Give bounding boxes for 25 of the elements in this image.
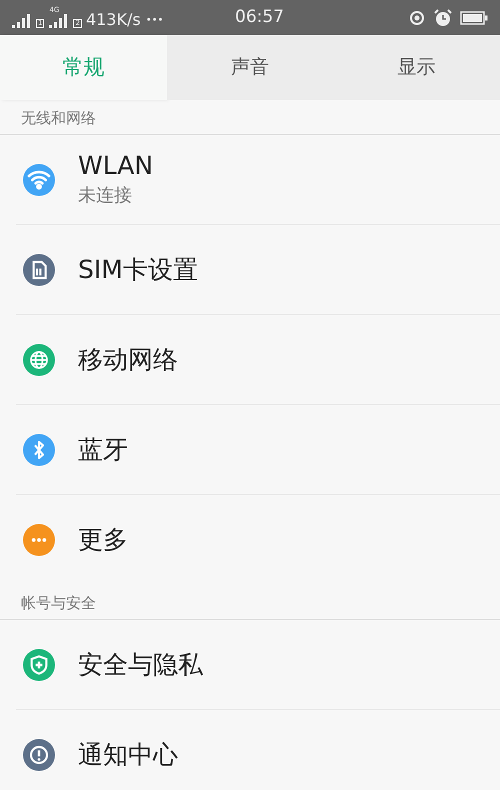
tab[interactable]: 声音 (166, 35, 334, 100)
setting-label: 移动网络 (78, 344, 178, 376)
settings-row[interactable]: WLAN 未连接 (16, 135, 500, 225)
setting-label: 蓝牙 (78, 434, 128, 466)
settings-row[interactable]: 移动网络 (16, 315, 500, 405)
setting-label: 安全与隐私 (78, 648, 203, 680)
setting-label: WLAN (78, 150, 154, 182)
section-header: 帐号与安全 (21, 594, 96, 612)
battery-icon (460, 10, 488, 24)
setting-label: SIM卡设置 (78, 254, 198, 286)
settings-row[interactable]: 更多 (16, 495, 500, 585)
settings-row[interactable]: 蓝牙 (16, 405, 500, 495)
settings-row[interactable]: SIM卡设置 (16, 225, 500, 315)
section-header: 无线和网络 (21, 109, 96, 127)
tab[interactable]: 显示 (333, 35, 500, 100)
settings-row[interactable]: 通知中心 (16, 710, 500, 790)
more-indicator: ••• (146, 16, 164, 26)
network-speed: 413K/s (86, 12, 141, 28)
setting-label: 更多 (78, 524, 128, 556)
alarm-clock-icon (434, 8, 452, 26)
setting-label: 通知中心 (78, 739, 178, 771)
setting-status: 未连接 (78, 184, 133, 208)
clock: 06:57 (235, 6, 284, 29)
settings-row[interactable]: 安全与隐私 (16, 620, 500, 710)
location-icon (408, 8, 426, 26)
